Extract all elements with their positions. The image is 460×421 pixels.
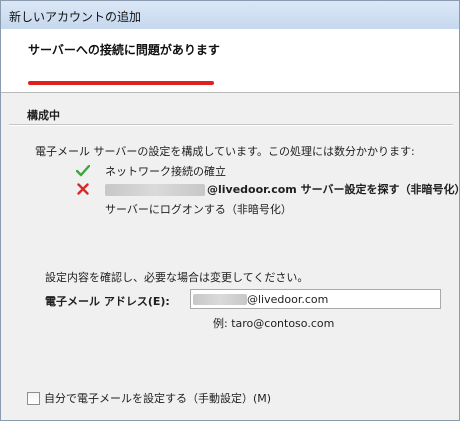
header-panel: サーバーへの接続に問題があります — [1, 29, 459, 93]
email-label: 電子メール アドレス(E): — [45, 295, 170, 308]
step-row-network: ネットワーク接続の確立 — [75, 163, 226, 179]
manual-setup-option[interactable]: 自分で電子メールを設定する（手動設定）(M) — [27, 390, 271, 406]
manual-setup-checkbox[interactable] — [27, 391, 40, 405]
x-icon — [75, 181, 91, 197]
redacted-username — [193, 293, 247, 305]
check-icon — [75, 163, 91, 179]
section-divider — [9, 124, 453, 126]
email-domain: @livedoor.com — [247, 292, 329, 306]
section-title: 構成中 — [27, 109, 60, 122]
email-field[interactable]: @livedoor.com — [190, 289, 441, 309]
step-label: ネットワーク接続の確立 — [105, 165, 226, 178]
window-title: 新しいアカウントの追加 — [9, 10, 142, 24]
error-heading: サーバーへの接続に問題があります — [28, 43, 220, 57]
step-row-find-server: @livedoor.com サーバー設定を探す（非暗号化） — [75, 181, 460, 197]
redacted-username — [105, 184, 205, 196]
description-text: 電子メール サーバーの設定を構成しています。この処理には数分かかります: — [35, 145, 415, 158]
red-underline-annotation — [28, 81, 214, 85]
manual-setup-label[interactable]: 自分で電子メールを設定する（手動設定）(M) — [44, 390, 271, 406]
email-example: 例: taro@contoso.com — [213, 317, 335, 330]
step-label: @livedoor.com サーバー設定を探す（非暗号化） — [207, 183, 460, 196]
step-row-logon: サーバーにログオンする（非暗号化） — [75, 201, 292, 217]
dialog-window: 新しいアカウントの追加 サーバーへの接続に問題があります 構成中 電子メール サ… — [0, 0, 460, 421]
title-bar: 新しいアカウントの追加 — [1, 1, 459, 30]
confirm-text: 設定内容を確認し、必要な場合は変更してください。 — [45, 271, 309, 284]
step-label: サーバーにログオンする（非暗号化） — [105, 203, 292, 216]
